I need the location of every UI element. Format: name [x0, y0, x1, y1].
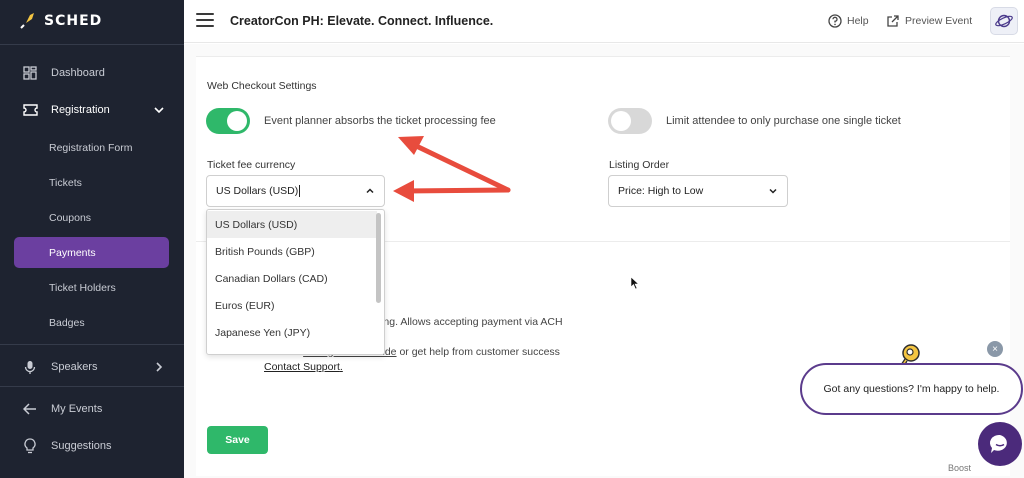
- section-title: Web Checkout Settings: [207, 80, 317, 92]
- top-bar: CreatorCon PH: Elevate. Connect. Influen…: [184, 0, 1024, 43]
- sidebar-sub-label: Payments: [49, 246, 96, 259]
- sidebar-item-label: Dashboard: [51, 67, 105, 79]
- toggle-knob: [227, 111, 247, 131]
- sidebar-item-suggestions[interactable]: Suggestions: [14, 430, 170, 462]
- listing-order-label: Listing Order: [609, 159, 670, 171]
- sidebar-sub-label: Tickets: [49, 176, 82, 189]
- planet-icon: [995, 14, 1013, 28]
- currency-option[interactable]: Japanese Yen (JPY): [207, 319, 377, 346]
- chat-bubble-icon: [989, 434, 1007, 453]
- currency-select[interactable]: US Dollars (USD): [206, 175, 385, 207]
- boost-brand-label: Boost: [948, 463, 972, 473]
- ticket-icon: [22, 102, 38, 118]
- hamburger-menu-icon[interactable]: [196, 13, 214, 29]
- save-button[interactable]: Save: [207, 426, 268, 454]
- sidebar-sub-ticket-holders[interactable]: Ticket Holders: [14, 272, 169, 303]
- chevron-down-icon: [769, 188, 777, 194]
- sidebar-sub-label: Ticket Holders: [49, 281, 116, 294]
- contact-support-text: Contact Support: [264, 361, 340, 373]
- chevron-down-icon: [154, 107, 164, 114]
- dropdown-scrollbar[interactable]: [376, 213, 381, 303]
- sidebar-sub-label: Badges: [49, 316, 85, 329]
- listing-order-select[interactable]: Price: High to Low: [608, 175, 788, 207]
- arrow-left-icon: [22, 401, 38, 417]
- sidebar-item-label: Suggestions: [51, 440, 112, 452]
- chat-greeting-bubble[interactable]: Got any questions? I'm happy to help.: [800, 363, 1023, 415]
- contact-support-link[interactable]: Contact Support.: [264, 361, 343, 373]
- sidebar-item-my-events[interactable]: My Events: [14, 393, 170, 425]
- sidebar-divider: [0, 344, 184, 345]
- sidebar: SCHED Dashboard Registration Registratio…: [0, 0, 184, 478]
- chat-message: Got any questions? I'm happy to help.: [823, 383, 1000, 395]
- currency-select-value: US Dollars (USD): [216, 185, 299, 197]
- sidebar-divider: [0, 44, 184, 45]
- sidebar-item-speakers[interactable]: Speakers: [14, 351, 170, 383]
- mouse-cursor-icon: [630, 276, 640, 290]
- currency-option[interactable]: Canadian Dollars (CAD): [207, 265, 377, 292]
- guide-suffix: or get help from customer success: [396, 346, 560, 358]
- currency-option[interactable]: British Pounds (GBP): [207, 238, 377, 265]
- text-caret: [299, 185, 301, 197]
- microphone-icon: [22, 359, 38, 375]
- chevron-up-icon: [366, 188, 374, 194]
- payment-description-text: ricing. Allows accepting payment via ACH: [370, 316, 563, 328]
- currency-dropdown-list: US Dollars (USD) British Pounds (GBP) Ca…: [206, 209, 385, 355]
- chat-launcher-button[interactable]: [978, 422, 1022, 466]
- listing-order-value: Price: High to Low: [618, 185, 704, 197]
- chat-close-button[interactable]: ×: [987, 341, 1003, 357]
- help-circle-icon: [828, 14, 842, 28]
- toggle-knob: [611, 111, 631, 131]
- currency-label: Ticket fee currency: [207, 159, 296, 171]
- dashboard-icon: [22, 65, 38, 81]
- help-label: Help: [847, 15, 869, 27]
- sidebar-item-registration[interactable]: Registration: [14, 94, 170, 126]
- sidebar-sub-payments[interactable]: Payments: [14, 237, 169, 268]
- sidebar-item-label: Registration: [51, 104, 110, 116]
- panel-top-border: [196, 56, 1010, 57]
- limit-single-ticket-toggle[interactable]: [608, 108, 652, 134]
- limit-single-ticket-label: Limit attendee to only purchase one sing…: [666, 115, 901, 127]
- user-avatar[interactable]: [990, 7, 1018, 35]
- help-link[interactable]: Help: [828, 14, 869, 28]
- sidebar-sub-label: Registration Form: [49, 141, 133, 154]
- sidebar-item-dashboard[interactable]: Dashboard: [14, 57, 170, 89]
- page-title: CreatorCon PH: Elevate. Connect. Influen…: [230, 14, 494, 28]
- preview-label: Preview Event: [905, 15, 973, 27]
- currency-option[interactable]: US Dollars (USD): [207, 211, 377, 238]
- sidebar-sub-label: Coupons: [49, 211, 92, 224]
- sidebar-item-label: My Events: [51, 403, 103, 415]
- chevron-right-icon: [156, 362, 163, 372]
- preview-event-link[interactable]: Preview Event: [886, 14, 972, 28]
- sidebar-sub-coupons[interactable]: Coupons: [14, 202, 169, 233]
- currency-option[interactable]: Euros (EUR): [207, 292, 377, 319]
- sidebar-item-label: Speakers: [51, 361, 98, 373]
- rocket-icon: [20, 13, 34, 29]
- sched-logo[interactable]: SCHED: [18, 10, 102, 32]
- external-link-icon: [887, 15, 899, 27]
- sidebar-divider: [0, 386, 184, 387]
- absorb-fee-toggle[interactable]: [206, 108, 250, 134]
- contact-period: .: [339, 361, 343, 373]
- sidebar-sub-registration-form[interactable]: Registration Form: [14, 132, 169, 163]
- absorb-fee-label: Event planner absorbs the ticket process…: [264, 115, 496, 127]
- sidebar-sub-badges[interactable]: Badges: [14, 307, 169, 338]
- sidebar-sub-tickets[interactable]: Tickets: [14, 167, 169, 198]
- logo-text: SCHED: [44, 13, 103, 29]
- lightbulb-icon: [22, 438, 38, 454]
